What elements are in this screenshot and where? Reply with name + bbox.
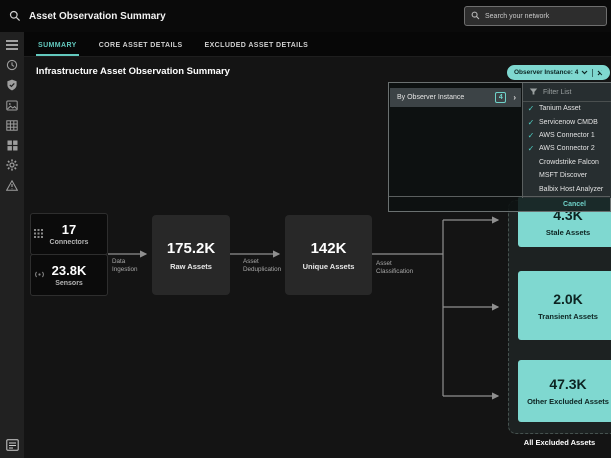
filter-dropdown-panel: By Observer Instance 4 › Filter List ✓ T…: [388, 82, 611, 212]
observer-instance-filter-chip[interactable]: Observer Instance: 4: [507, 65, 610, 80]
search-input[interactable]: Search your network: [464, 6, 607, 26]
filter-item-crowdstrike-falcon[interactable]: Crowdstrike Falcon: [523, 156, 611, 169]
raw-assets-box[interactable]: 175.2K Raw Assets: [152, 215, 230, 295]
warning-triangle-icon[interactable]: [5, 178, 19, 192]
connectors-label: Connectors: [50, 239, 89, 246]
sources-stack: 17 Connectors 23.8K Sensors: [30, 213, 108, 295]
table-icon[interactable]: [5, 118, 19, 132]
check-icon: ✓: [523, 144, 539, 153]
gear-icon[interactable]: [5, 158, 19, 172]
image-icon[interactable]: [5, 98, 19, 112]
filter-panel-footer: Cancel: [389, 196, 610, 211]
all-excluded-assets-label: All Excluded Assets: [508, 438, 611, 447]
other-excluded-assets-value: 47.3K: [549, 376, 586, 392]
tab-core-asset-details[interactable]: CORE ASSET DETAILS: [97, 42, 185, 56]
left-sidebar: [0, 32, 24, 458]
search-placeholder: Search your network: [485, 13, 549, 20]
filter-item-label: Tanium Asset: [539, 105, 581, 112]
filter-item-balbix-host-analyzer[interactable]: Balbix Host Analyzer: [523, 182, 611, 195]
facet-label: By Observer Instance: [397, 94, 495, 101]
transient-assets-box[interactable]: 2.0K Transient Assets: [518, 271, 611, 340]
asset-deduplication-edge-label: Asset Deduplication: [243, 258, 283, 273]
stale-assets-label: Stale Assets: [546, 228, 590, 237]
filter-item-servicenow-cmdb[interactable]: ✓ Servicenow CMDB: [523, 115, 611, 128]
unique-assets-label: Unique Assets: [303, 262, 355, 271]
filter-item-tanium-asset[interactable]: ✓ Tanium Asset: [523, 102, 611, 115]
filter-item-label: Servicenow CMDB: [539, 119, 598, 126]
chevron-right-icon: ›: [513, 93, 516, 102]
transient-assets-label: Transient Assets: [538, 312, 598, 321]
chip-divider: [592, 69, 593, 77]
filter-item-label: MSFT Discover: [539, 172, 587, 179]
top-bar: Asset Observation Summary Search your ne…: [0, 0, 611, 32]
menu-icon[interactable]: [5, 38, 19, 52]
filter-item-aws-connector-2[interactable]: ✓ AWS Connector 2: [523, 142, 611, 155]
sensor-icon: [34, 266, 45, 284]
unique-assets-value: 142K: [311, 240, 347, 257]
raw-assets-label: Raw Assets: [170, 262, 212, 271]
window-title: Asset Observation Summary: [29, 11, 166, 22]
filter-chip-label: Observer Instance: 4: [514, 69, 578, 76]
check-icon: ✓: [523, 118, 539, 127]
filter-list-placeholder: Filter List: [543, 89, 571, 96]
filter-list-flyout: Filter List ✓ Tanium Asset ✓ Servicenow …: [522, 83, 611, 198]
other-excluded-assets-label: Other Excluded Assets: [527, 397, 609, 406]
connectors-grid-icon: [34, 225, 43, 243]
filter-item-label: Crowdstrike Falcon: [539, 159, 599, 166]
tab-excluded-asset-details[interactable]: EXCLUDED ASSET DETAILS: [203, 42, 311, 56]
zoom-magnifier-icon[interactable]: [9, 10, 21, 22]
funnel-icon: [529, 83, 538, 101]
chevron-down-icon[interactable]: [581, 70, 588, 75]
filter-item-msft-discover[interactable]: MSFT Discover: [523, 169, 611, 182]
facet-observer-instance[interactable]: By Observer Instance 4 ›: [390, 88, 521, 107]
connectors-box[interactable]: 17 Connectors: [30, 213, 108, 255]
other-excluded-assets-box[interactable]: 47.3K Other Excluded Assets: [518, 360, 611, 422]
sensors-label: Sensors: [55, 280, 83, 287]
tab-bar: SUMMARY CORE ASSET DETAILS EXCLUDED ASSE…: [24, 32, 611, 57]
search-icon: [471, 7, 480, 25]
transient-assets-value: 2.0K: [553, 291, 583, 307]
filter-item-aws-connector-1[interactable]: ✓ AWS Connector 1: [523, 129, 611, 142]
raw-assets-value: 175.2K: [167, 240, 215, 257]
shield-check-icon[interactable]: [5, 78, 19, 92]
app-window: 4.3K Stale Assets 2.0K Transient Assets …: [0, 0, 611, 458]
filter-list-input[interactable]: Filter List: [523, 83, 611, 102]
data-ingestion-edge-label: Data Ingestion: [112, 258, 146, 273]
filter-item-label: AWS Connector 2: [539, 145, 595, 152]
sensors-value: 23.8K: [52, 264, 87, 278]
check-icon: ✓: [523, 104, 539, 113]
modules-icon[interactable]: [5, 138, 19, 152]
check-icon: ✓: [523, 131, 539, 140]
filter-funnel-icon[interactable]: [598, 67, 609, 85]
connectors-value: 17: [62, 223, 76, 237]
unique-assets-box[interactable]: 142K Unique Assets: [285, 215, 372, 295]
asset-classification-edge-label: Asset Classification: [376, 260, 418, 275]
page-title: Infrastructure Asset Observation Summary: [36, 66, 230, 77]
sensors-box[interactable]: 23.8K Sensors: [30, 254, 108, 296]
filter-item-label: AWS Connector 1: [539, 132, 595, 139]
facet-count-badge: 4: [495, 92, 506, 103]
clock-icon[interactable]: [5, 58, 19, 72]
cancel-button[interactable]: Cancel: [563, 201, 586, 208]
filter-item-label: Balbix Host Analyzer: [539, 186, 603, 193]
console-icon[interactable]: [5, 438, 19, 452]
tab-summary[interactable]: SUMMARY: [36, 42, 79, 56]
